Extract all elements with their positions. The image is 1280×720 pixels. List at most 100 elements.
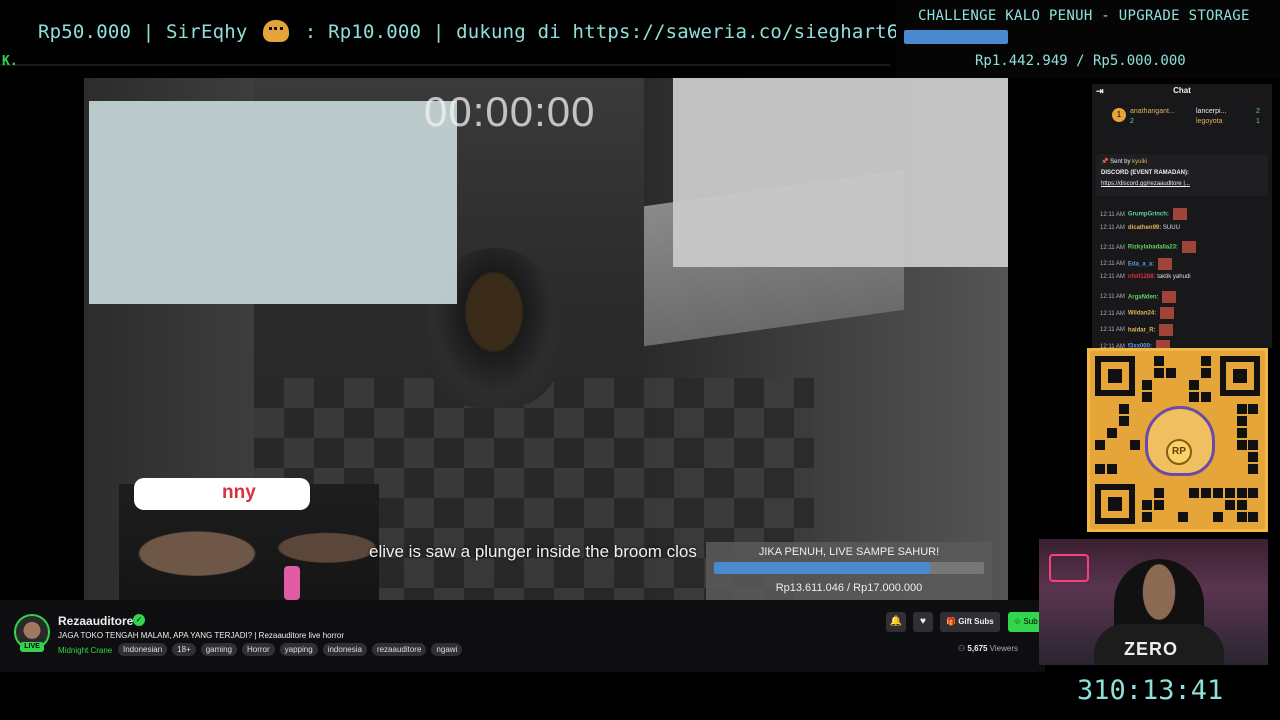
message-time: 12:11 AM bbox=[1100, 224, 1125, 231]
qr-module bbox=[1248, 440, 1259, 450]
message-user[interactable]: haidar_R: bbox=[1128, 327, 1156, 333]
webcam-feed: ZERO bbox=[1039, 539, 1268, 665]
emote-icon bbox=[1181, 241, 1196, 253]
collapse-chat-icon[interactable]: ⇥ bbox=[1096, 84, 1104, 98]
channel-info-bar: LIVE Rezaauditore ✓ JAGA TOKO TENGAH MAL… bbox=[0, 600, 1045, 672]
message-time: 12:11 AM bbox=[1100, 261, 1125, 268]
challenge-goal: CHALLENGE KALO PENUH - UPGRADE STORAGE R… bbox=[896, 0, 1280, 78]
message-user[interactable]: Eda_a_a: bbox=[1128, 261, 1154, 267]
chat-panel[interactable]: ⇥ Chat 1 anathangant... 2 lancerpi... 2 … bbox=[1092, 84, 1272, 348]
leader-3-count: 1 bbox=[1256, 118, 1260, 125]
message-user[interactable]: Rizkylahadalia23: bbox=[1128, 245, 1178, 251]
game-timer: 00:00:00 bbox=[424, 88, 596, 135]
video-player[interactable]: 00:00:00 nny elive is saw a plunger insi… bbox=[84, 78, 1008, 600]
ticker-text: Rp50.000 | SirEqhy : Rp10.000 | dukung d… bbox=[38, 20, 922, 43]
qr-module bbox=[1201, 488, 1212, 498]
message-user[interactable]: GrumpGrinch: bbox=[1128, 212, 1169, 218]
message-text: SUUU bbox=[1162, 224, 1180, 231]
star-icon: ☆ bbox=[1014, 617, 1024, 626]
message-user[interactable]: ArgaNden: bbox=[1128, 294, 1159, 300]
chat-message: 12:11 AM dicathen99: SUUU bbox=[1100, 225, 1180, 231]
qr-module bbox=[1118, 404, 1129, 414]
qr-module bbox=[1177, 512, 1188, 522]
stream-tag[interactable]: Indonesian bbox=[118, 643, 168, 656]
pinned-sent-by: Sent by bbox=[1110, 159, 1131, 165]
verified-icon: ✓ bbox=[133, 614, 145, 626]
chat-message: 12:11 AM Rizkylahadalia23: bbox=[1100, 241, 1196, 253]
pinned-link[interactable]: https://discord.gg/rezaauditore |... bbox=[1101, 179, 1263, 190]
leader-3: legoyota bbox=[1196, 118, 1223, 125]
message-text: taktik yahudi bbox=[1157, 274, 1191, 280]
qr-module bbox=[1213, 488, 1223, 498]
qr-module bbox=[1236, 440, 1247, 450]
chat-message: 12:11 AM f3xx000: bbox=[1100, 340, 1170, 348]
chat-message: 12:11 AM haidar_R: bbox=[1100, 323, 1174, 336]
challenge-amount: Rp1.442.949 / Rp5.000.000 bbox=[975, 53, 1186, 69]
stream-tag[interactable]: yapping bbox=[279, 643, 318, 656]
qr-module bbox=[1201, 356, 1212, 366]
channel-name[interactable]: Rezaauditore bbox=[58, 614, 133, 628]
sahur-goal-progress bbox=[714, 562, 930, 574]
ticker-text-left: Rp50.000 | SirEqhy bbox=[38, 21, 248, 43]
leader-1: anathangant... bbox=[1130, 108, 1175, 115]
pinned-user: kyuiki bbox=[1132, 159, 1148, 165]
qr-module bbox=[1248, 512, 1259, 522]
qr-module bbox=[1142, 512, 1153, 522]
qr-module bbox=[1189, 488, 1200, 498]
gift-subs-button[interactable]: 🎁 Gift Subs bbox=[940, 612, 1000, 632]
qr-module bbox=[1248, 404, 1259, 414]
emote-icon bbox=[1155, 340, 1170, 348]
stream-tag[interactable]: indonesia bbox=[322, 643, 367, 656]
qr-module bbox=[1236, 488, 1247, 498]
viewer-count-label: Viewers bbox=[989, 644, 1018, 653]
emote-icon bbox=[1159, 307, 1174, 319]
microphone bbox=[284, 566, 300, 600]
qr-module bbox=[1236, 512, 1247, 522]
chat-message: 12:11 AM ArgaNden: bbox=[1100, 290, 1177, 303]
stream-title: JAGA TOKO TENGAH MALAM, APA YANG TERJADI… bbox=[58, 631, 345, 640]
ticker-text-right: : Rp10.000 | dukung di https://saweria.c… bbox=[304, 21, 922, 43]
stream-tag[interactable]: gaming bbox=[200, 643, 237, 656]
message-user[interactable]: Wildan24: bbox=[1128, 311, 1156, 317]
message-user[interactable]: dicathen99: bbox=[1128, 225, 1161, 231]
qr-module bbox=[1224, 500, 1235, 510]
stream-tag[interactable]: ngawi bbox=[431, 643, 463, 656]
qr-finder-bottom-left bbox=[1095, 484, 1135, 524]
qr-module bbox=[1236, 500, 1247, 510]
person-icon: ⚇ bbox=[958, 644, 968, 653]
chat-leaderboard: 1 anathangant... 2 lancerpi... 2 legoyot… bbox=[1098, 108, 1266, 138]
qr-module bbox=[1201, 368, 1212, 378]
message-user[interactable]: nfell1288: bbox=[1128, 274, 1156, 280]
qr-module bbox=[1154, 500, 1164, 510]
leader-1-count: 2 bbox=[1130, 118, 1134, 125]
stream-category[interactable]: Midnight Crane bbox=[58, 646, 112, 655]
qr-module bbox=[1106, 464, 1117, 474]
qr-module bbox=[1106, 428, 1117, 438]
emote-icon bbox=[1159, 323, 1174, 336]
viewer-count-value: 5,675 bbox=[967, 644, 988, 653]
subscribe-label: Sub bbox=[1023, 617, 1038, 626]
qr-module bbox=[1236, 416, 1247, 426]
qr-module bbox=[1130, 440, 1141, 450]
heart-follow-icon[interactable]: ♥ bbox=[913, 612, 933, 632]
chat-header: ⇥ Chat bbox=[1092, 84, 1272, 98]
qr-module bbox=[1095, 440, 1105, 450]
chat-message: 12:11 AM Eda_a_a: bbox=[1100, 257, 1172, 270]
qr-module bbox=[1248, 488, 1259, 498]
pinned-title: DISCORD (EVENT RAMADAN): bbox=[1101, 170, 1189, 176]
qr-module bbox=[1154, 356, 1164, 366]
qr-finder-top-right bbox=[1220, 356, 1260, 396]
stream-tag[interactable]: Horror bbox=[241, 643, 275, 656]
leader-2: lancerpi... bbox=[1196, 108, 1227, 115]
qr-finder-top-left bbox=[1095, 356, 1135, 396]
notification-bell-icon[interactable]: 🔔 bbox=[886, 612, 906, 632]
stream-tag[interactable]: 18+ bbox=[172, 643, 196, 656]
stream-tag[interactable]: rezaauditore bbox=[371, 643, 427, 656]
pinned-message[interactable]: 📌 Sent by kyuiki DISCORD (EVENT RAMADAN)… bbox=[1096, 154, 1268, 196]
message-time: 12:11 AM bbox=[1100, 310, 1125, 317]
qr-module bbox=[1224, 488, 1235, 498]
mascot-badge: RP bbox=[1166, 439, 1192, 465]
gift-icon: 🎁 bbox=[946, 617, 959, 626]
pin-icon: 📌 bbox=[1101, 159, 1111, 165]
sahur-goal: JIKA PENUH, LIVE SAMPE SAHUR! Rp13.611.0… bbox=[706, 542, 992, 600]
